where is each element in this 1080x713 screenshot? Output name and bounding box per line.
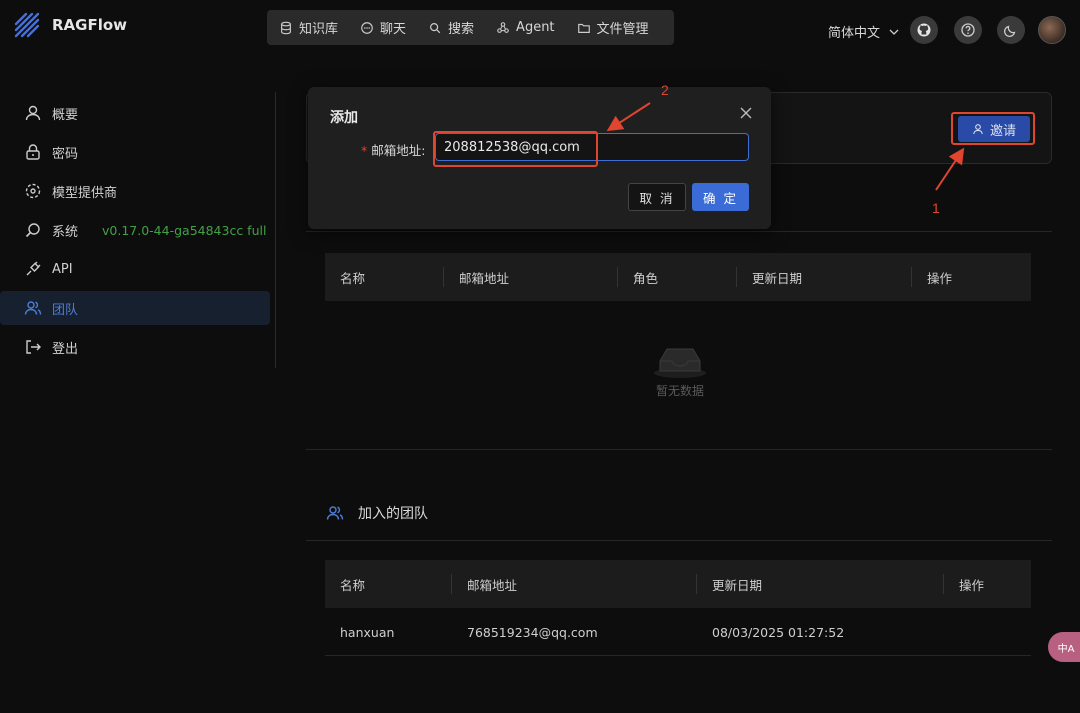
joined-table-header: 名称 邮箱地址 更新日期 操作	[325, 560, 1031, 608]
cancel-button[interactable]: 取 消	[628, 183, 686, 211]
empty-state: 暂无数据	[650, 343, 710, 399]
nav-label: 聊天	[380, 22, 407, 37]
user-icon	[973, 124, 983, 135]
sidebar-item-label: 登出	[52, 341, 79, 357]
settings-sidebar: 概要 密码 模型提供商 系统 v0.17.0-44-ga54843cc full…	[0, 92, 276, 368]
nav-agent[interactable]: Agent	[484, 10, 564, 45]
column-header: 更新日期	[712, 577, 763, 593]
nav-chat[interactable]: 聊天	[348, 10, 416, 45]
invite-button[interactable]: 邀请	[958, 116, 1030, 142]
lock-icon	[26, 144, 40, 160]
translate-button[interactable]: 中A	[1048, 632, 1080, 662]
column-header: 邮箱地址	[459, 270, 510, 286]
sidebar-item-password[interactable]: 密码	[0, 135, 270, 169]
dialog-title: 添加	[330, 110, 358, 126]
brand-name: RAGFlow	[52, 16, 128, 34]
user-icon	[25, 105, 41, 121]
version-text: v0.17.0-44-ga54843cc full	[102, 222, 267, 238]
chat-icon	[361, 21, 373, 34]
team-icon	[326, 506, 344, 520]
column-header: 邮箱地址	[467, 577, 518, 593]
team-icon	[24, 301, 42, 315]
annotation-number-1: 1	[932, 200, 940, 216]
agent-icon	[497, 21, 509, 33]
email-label-text: 邮箱地址	[371, 143, 422, 158]
table-row[interactable]: hanxuan 768519234@qq.com 08/03/2025 01:2…	[325, 608, 1031, 656]
close-icon[interactable]	[738, 105, 754, 121]
joined-teams-title: 加入的团队	[358, 506, 428, 522]
divider	[306, 540, 1052, 541]
sidebar-item-logout[interactable]: 登出	[0, 330, 270, 364]
user-avatar[interactable]	[1038, 16, 1066, 44]
column-header: 操作	[927, 270, 953, 286]
database-icon	[281, 21, 291, 34]
sidebar-item-label: 模型提供商	[52, 185, 118, 201]
sidebar-item-system[interactable]: 系统 v0.17.0-44-ga54843cc full	[0, 213, 270, 247]
sidebar-item-overview[interactable]: 概要	[0, 96, 270, 130]
nav-label: 搜索	[448, 22, 475, 37]
cell-email: 768519234@qq.com	[467, 624, 598, 640]
joined-teams-heading: 加入的团队	[326, 503, 428, 523]
folder-icon	[577, 23, 590, 33]
github-button[interactable]	[910, 16, 938, 44]
sidebar-item-label: 概要	[52, 107, 79, 123]
members-table-header: 名称 邮箱地址 角色 更新日期 操作	[325, 253, 1031, 301]
nav-knowledge-base[interactable]: 知识库	[267, 10, 348, 45]
column-divider	[451, 574, 452, 594]
github-icon	[917, 23, 931, 37]
nav-label: 知识库	[299, 22, 339, 37]
language-label: 简体中文	[828, 26, 881, 41]
column-divider	[443, 267, 444, 287]
nav-label: Agent	[516, 20, 555, 35]
nav-search[interactable]: 搜索	[416, 10, 484, 45]
divider	[306, 449, 1052, 450]
logout-icon	[26, 340, 41, 354]
column-header: 名称	[340, 270, 366, 286]
email-field-label: * 邮箱地址:	[361, 140, 425, 159]
help-button[interactable]	[954, 16, 982, 44]
annotation-number-2: 2	[661, 82, 669, 98]
cell-name: hanxuan	[340, 624, 395, 640]
sidebar-item-team[interactable]: 团队	[0, 291, 270, 325]
label-colon: :	[421, 143, 426, 158]
column-header: 角色	[633, 270, 659, 286]
sidebar-item-label: 系统	[52, 224, 79, 240]
api-icon	[26, 261, 41, 276]
chevron-down-icon	[889, 29, 899, 35]
empty-box-icon	[654, 348, 706, 378]
column-divider	[617, 267, 618, 287]
email-field[interactable]	[435, 133, 749, 161]
column-header: 操作	[959, 577, 985, 593]
column-divider	[736, 267, 737, 287]
sidebar-item-api[interactable]: API	[0, 252, 270, 286]
model-icon	[25, 183, 41, 199]
system-icon	[25, 223, 40, 238]
column-divider	[943, 574, 944, 594]
ragflow-logo-icon[interactable]	[12, 10, 44, 42]
sidebar-item-label: API	[52, 261, 73, 277]
column-header: 名称	[340, 577, 366, 593]
help-icon	[961, 23, 975, 37]
theme-toggle-button[interactable]	[997, 16, 1025, 44]
sidebar-item-label: 团队	[52, 302, 79, 318]
search-icon	[430, 22, 441, 33]
add-member-dialog: 添加 *邮箱地址: 取 消 确 定	[308, 87, 771, 229]
moon-icon	[1003, 25, 1016, 38]
empty-text: 暂无数据	[655, 384, 704, 398]
confirm-button[interactable]: 确 定	[692, 183, 749, 211]
column-divider	[911, 267, 912, 287]
sidebar-item-label: 密码	[52, 146, 79, 162]
nav-label: 文件管理	[596, 22, 649, 37]
invite-button-label: 邀请	[989, 123, 1016, 139]
required-mark: *	[361, 143, 368, 158]
column-header: 更新日期	[752, 270, 803, 286]
column-divider	[696, 574, 697, 594]
language-selector[interactable]: 简体中文	[828, 22, 900, 41]
divider	[306, 231, 1052, 232]
sidebar-item-model-providers[interactable]: 模型提供商	[0, 174, 270, 208]
app-header: RAGFlow 知识库 聊天 搜索 Agent 文件管理 简体中文	[0, 0, 1080, 62]
top-navigation: 知识库 聊天 搜索 Agent 文件管理	[267, 10, 674, 45]
cell-updated: 08/03/2025 01:27:52	[712, 624, 845, 640]
nav-file-management[interactable]: 文件管理	[565, 10, 659, 45]
